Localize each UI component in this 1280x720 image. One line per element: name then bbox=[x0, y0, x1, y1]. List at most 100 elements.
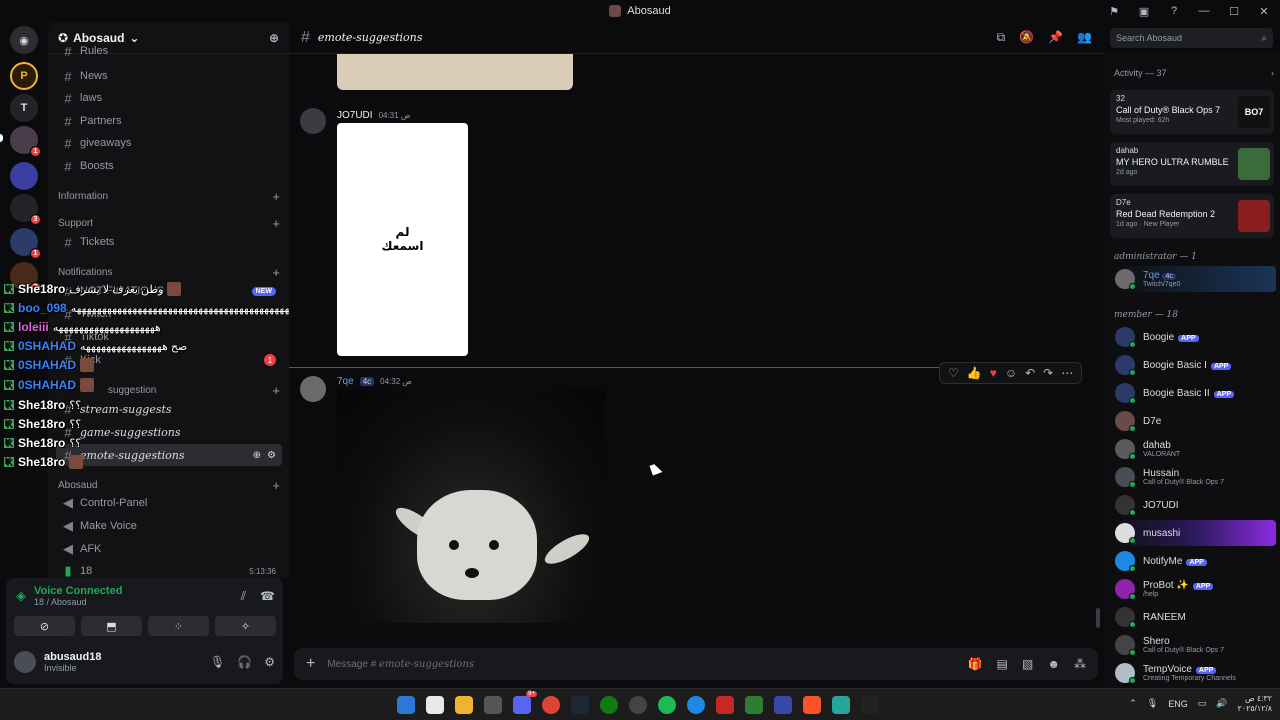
soundboard-button[interactable]: ✧ bbox=[215, 616, 276, 636]
xbox-icon[interactable] bbox=[600, 696, 618, 714]
signal-icon[interactable]: ◈ bbox=[16, 588, 26, 604]
discord-home-icon[interactable]: ◉ bbox=[10, 26, 38, 54]
inbox-icon[interactable]: ⚑ bbox=[1106, 3, 1122, 19]
pin-icon[interactable]: 📌 bbox=[1048, 30, 1063, 45]
message-author[interactable]: 7qe bbox=[337, 376, 354, 387]
member-item[interactable]: Boogie Basic I APP bbox=[1112, 352, 1276, 378]
message-author[interactable]: JO7UDI bbox=[337, 110, 373, 121]
spotify-icon[interactable] bbox=[658, 696, 676, 714]
steam-icon[interactable] bbox=[571, 696, 589, 714]
audio-app-icon[interactable] bbox=[832, 696, 850, 714]
help-icon[interactable]: ? bbox=[1166, 3, 1182, 19]
invite-people-icon[interactable]: ⊕ bbox=[269, 31, 279, 45]
obs-icon[interactable] bbox=[629, 696, 647, 714]
channel-boosts[interactable]: # Boosts bbox=[56, 155, 282, 177]
member-item[interactable]: Shero Call of Duty® Black Ops 7 bbox=[1112, 632, 1276, 658]
member-item-7qe[interactable]: 7qe 4c Twitch/7qe0 bbox=[1112, 266, 1276, 292]
activity-card[interactable]: D7e Red Dead Redemption 2 1d ago · New P… bbox=[1110, 194, 1274, 238]
noise-suppression-icon[interactable]: ⫽ bbox=[241, 589, 246, 604]
chrome-icon[interactable] bbox=[542, 696, 560, 714]
member-item[interactable]: dahab VALORANT bbox=[1112, 436, 1276, 462]
forward-icon[interactable]: ↷ bbox=[1043, 366, 1053, 380]
voice-channel-control-panel[interactable]: ◀ Control-Panel bbox=[56, 492, 282, 514]
member-item[interactable]: Hussain Call of Duty® Black Ops 7 bbox=[1112, 464, 1276, 490]
settings-gear-icon[interactable]: ⚙ bbox=[267, 450, 276, 461]
member-item[interactable]: D7e bbox=[1112, 408, 1276, 434]
avatar[interactable] bbox=[14, 651, 36, 673]
activity-card[interactable]: 32 Call of Duty® Black Ops 7 Most played… bbox=[1110, 90, 1274, 134]
screen-share-button[interactable]: ⬒ bbox=[81, 616, 142, 636]
message-list[interactable]: JO7UDI 04:31 ص لم اسمعك ♡ 👍 ♥ ☺ ↶ ↷ ⋯ 7q… bbox=[289, 54, 1104, 648]
attach-plus-icon[interactable]: + bbox=[306, 655, 315, 673]
member-item[interactable]: NotifyMe APP bbox=[1112, 548, 1276, 574]
category-abosaud[interactable]: Abosaud + bbox=[58, 477, 280, 493]
server-folder-icon[interactable] bbox=[10, 162, 38, 190]
maximize-icon[interactable]: ☐ bbox=[1226, 3, 1242, 19]
network-icon[interactable]: ▭ bbox=[1198, 698, 1207, 709]
channel-stream-suggests[interactable]: # stream-suggests bbox=[56, 398, 282, 420]
channel-emote-suggestions[interactable]: # emote-suggestions ⊕ ⚙ bbox=[56, 444, 282, 466]
scrollbar[interactable] bbox=[1096, 608, 1100, 628]
brave-icon[interactable] bbox=[803, 696, 821, 714]
store-icon[interactable] bbox=[426, 696, 444, 714]
settings-gear-icon[interactable]: ⚙ bbox=[264, 655, 275, 669]
member-item[interactable]: RANEEM bbox=[1112, 604, 1276, 630]
member-item[interactable]: ProBot ✨ APP/help bbox=[1112, 576, 1276, 602]
server-icon-abosaud[interactable]: 1 bbox=[10, 126, 41, 157]
gif-icon[interactable]: ▤ bbox=[997, 657, 1008, 671]
red-heart-icon[interactable]: ♥ bbox=[990, 366, 997, 380]
add-reaction-icon[interactable]: ☺ bbox=[1005, 366, 1017, 380]
settings-app-icon[interactable] bbox=[484, 696, 502, 714]
voice-channel-afk[interactable]: ◀ AFK bbox=[56, 538, 282, 560]
avatar[interactable] bbox=[300, 108, 326, 134]
game-app-icon[interactable] bbox=[716, 696, 734, 714]
sticker-icon[interactable]: ▧ bbox=[1022, 657, 1033, 671]
discord-app-icon[interactable]: 9+ bbox=[513, 691, 537, 714]
activities-button[interactable]: ⁘ bbox=[148, 616, 209, 636]
add-channel-icon[interactable]: + bbox=[272, 265, 280, 280]
microphone-icon[interactable]: 🎙 bbox=[210, 655, 225, 669]
member-item[interactable]: Boogie APP bbox=[1112, 324, 1276, 350]
member-item[interactable]: musashi bbox=[1112, 520, 1276, 546]
chevron-up-icon[interactable]: ⌃ bbox=[1129, 698, 1137, 709]
message-composer[interactable]: + Message # emote-suggestions 🎁 ▤ ▧ ☻ ⁂ bbox=[294, 648, 1098, 680]
clock[interactable]: ٤:٣٢ ص ٢٠٢٥/١٢/٨ bbox=[1237, 694, 1272, 713]
headphones-icon[interactable]: 🎧 bbox=[237, 655, 252, 669]
server-icon-6[interactable]: 1 bbox=[10, 228, 41, 259]
channel-giveaways[interactable]: # giveaways bbox=[56, 132, 282, 154]
member-item[interactable]: TempVoice APP Creating Temporary Channels bbox=[1112, 660, 1276, 686]
channel-laws[interactable]: # laws bbox=[56, 87, 282, 109]
language-indicator[interactable]: ENG bbox=[1168, 699, 1188, 709]
voice-channel-make-voice[interactable]: ◀ Make Voice bbox=[56, 515, 282, 537]
activity-header[interactable]: Activity — 37 › bbox=[1114, 68, 1274, 78]
server-icon-p[interactable]: P bbox=[10, 62, 38, 90]
category-notifications[interactable]: Notifications + bbox=[58, 264, 280, 280]
reply-icon[interactable]: ↶ bbox=[1025, 366, 1035, 380]
screen-icon[interactable]: ▣ bbox=[1136, 3, 1152, 19]
channel-rules[interactable]: # Rules bbox=[56, 44, 282, 58]
message-image[interactable] bbox=[337, 390, 605, 623]
white-heart-icon[interactable]: ♡ bbox=[948, 366, 959, 380]
emoji-icon[interactable]: ☻ bbox=[1047, 657, 1060, 671]
channel-tickets[interactable]: # Tickets bbox=[56, 231, 282, 253]
add-channel-icon[interactable]: + bbox=[272, 383, 280, 398]
notifications-muted-icon[interactable]: 🔕 bbox=[1019, 30, 1034, 45]
category-support[interactable]: Support + bbox=[58, 215, 280, 231]
avatar[interactable] bbox=[300, 376, 326, 402]
thumbs-up-icon[interactable]: 👍 bbox=[967, 366, 982, 380]
camera-off-button[interactable]: ⊘ bbox=[14, 616, 75, 636]
message-image[interactable] bbox=[337, 54, 573, 90]
add-channel-icon[interactable]: + bbox=[272, 216, 280, 231]
add-channel-icon[interactable]: + bbox=[272, 189, 280, 204]
close-icon[interactable]: ✕ bbox=[1256, 3, 1272, 19]
voice-location[interactable]: 18 / Abosaud bbox=[34, 597, 122, 607]
start-icon[interactable] bbox=[397, 696, 415, 714]
file-explorer-icon[interactable] bbox=[455, 696, 473, 714]
apps-icon[interactable]: ⁂ bbox=[1074, 657, 1086, 671]
threads-icon[interactable]: ⧉ bbox=[997, 30, 1006, 45]
channel-news[interactable]: # News bbox=[56, 65, 282, 87]
vpn-icon[interactable] bbox=[774, 696, 792, 714]
voice-channel-18[interactable]: ▮ 18 5:13:36 bbox=[56, 560, 282, 578]
add-channel-icon[interactable]: + bbox=[272, 478, 280, 493]
channel-game-suggestions[interactable]: # game-suggestions bbox=[56, 421, 282, 443]
